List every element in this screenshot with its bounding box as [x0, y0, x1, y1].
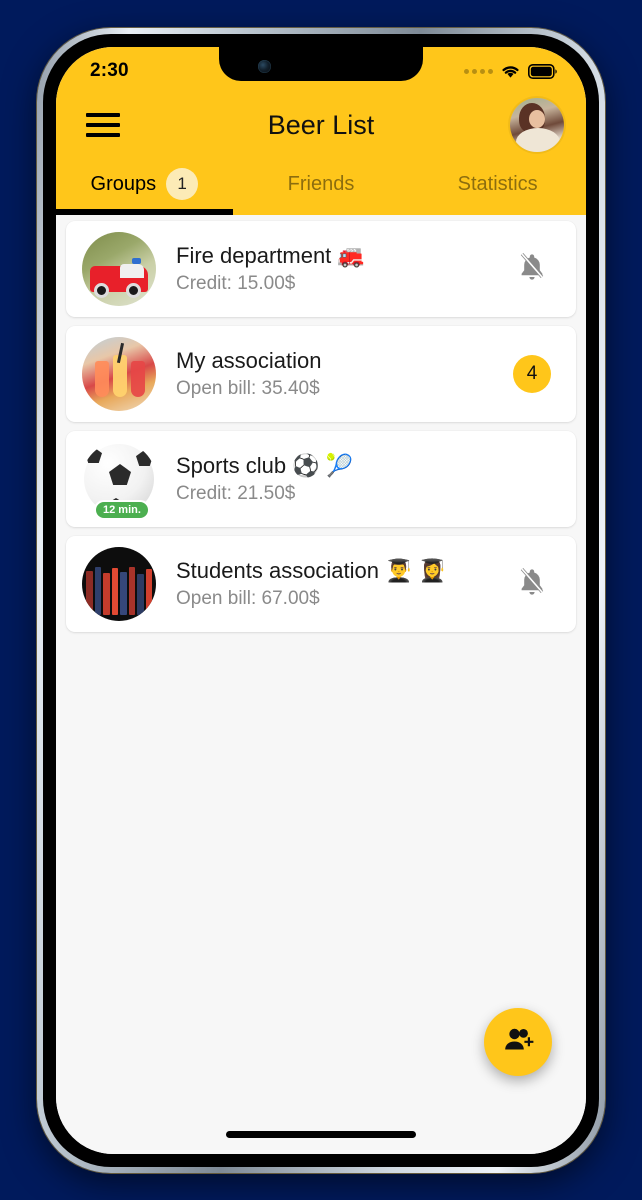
- fire-truck-avatar: [82, 232, 156, 306]
- group-subtitle: Open bill: 35.40$: [176, 377, 320, 399]
- group-text: Students association 👨‍🎓 👩‍🎓 Open bill: …: [176, 557, 510, 610]
- tab-friends[interactable]: Friends: [233, 159, 410, 215]
- status-bar-time: 2:30: [90, 60, 129, 81]
- group-title: Fire department 🚒: [176, 243, 365, 269]
- table-row[interactable]: 12 min. Sports club ⚽ 🎾 Credit: 21.50$: [66, 431, 576, 527]
- navigation-bar: Beer List: [56, 91, 586, 159]
- phone-screen: 2:30 Beer List Groups 1 Friends Statisti…: [56, 47, 586, 1154]
- active-tab-indicator: [56, 209, 233, 215]
- hamburger-menu-icon[interactable]: [82, 104, 124, 146]
- home-indicator: [226, 1131, 416, 1138]
- person-add-icon: [502, 1024, 534, 1061]
- group-text: Fire department 🚒 Credit: 15.00$: [176, 242, 510, 295]
- battery-full-icon: [528, 63, 558, 79]
- group-avatar-wrap: [82, 232, 156, 306]
- last-activity-badge: 12 min.: [96, 502, 148, 518]
- tab-friends-label: Friends: [287, 172, 355, 195]
- tab-statistics-label: Statistics: [457, 172, 538, 195]
- group-avatar-wrap: 12 min.: [82, 442, 156, 518]
- group-subtitle: Credit: 21.50$: [176, 482, 296, 504]
- status-bar: 2:30: [56, 47, 586, 91]
- status-bar-indicators: [464, 63, 558, 79]
- group-avatar-wrap: [82, 337, 156, 411]
- phone-device-frame: 2:30 Beer List Groups 1 Friends Statisti…: [37, 28, 605, 1173]
- bell-muted-icon[interactable]: [517, 251, 547, 288]
- group-text: My association Open bill: 35.40$: [176, 347, 510, 400]
- unread-count-badge: 4: [513, 355, 551, 393]
- user-avatar-icon[interactable]: [510, 98, 564, 152]
- group-subtitle: Credit: 15.00$: [176, 272, 296, 294]
- drinks-cheers-avatar: [82, 337, 156, 411]
- bell-muted-icon[interactable]: [517, 566, 547, 603]
- tab-groups-label: Groups: [90, 172, 157, 195]
- tab-groups-badge: 1: [166, 168, 199, 200]
- table-row[interactable]: Students association 👨‍🎓 👩‍🎓 Open bill: …: [66, 536, 576, 632]
- table-row[interactable]: My association Open bill: 35.40$ 4: [66, 326, 576, 422]
- wifi-icon: [500, 63, 521, 79]
- row-trailing: 4: [510, 355, 554, 393]
- group-avatar-wrap: [82, 547, 156, 621]
- row-trailing: [510, 251, 554, 288]
- tab-bar: Groups 1 Friends Statistics: [56, 159, 586, 215]
- add-group-button[interactable]: [484, 1008, 552, 1076]
- group-title: Students association 👨‍🎓 👩‍🎓: [176, 558, 447, 584]
- tab-groups[interactable]: Groups 1: [56, 159, 233, 215]
- app-header: 2:30 Beer List Groups 1 Friends Statisti…: [56, 47, 586, 215]
- books-avatar: [82, 547, 156, 621]
- signal-dots-icon: [464, 68, 493, 74]
- phone-bezel: 2:30 Beer List Groups 1 Friends Statisti…: [43, 34, 599, 1167]
- table-row[interactable]: Fire department 🚒 Credit: 15.00$: [66, 221, 576, 317]
- group-title: Sports club ⚽ 🎾: [176, 453, 354, 479]
- page-title: Beer List: [267, 109, 375, 140]
- group-title: My association: [176, 348, 322, 374]
- tab-statistics[interactable]: Statistics: [409, 159, 586, 215]
- row-trailing: [510, 566, 554, 603]
- group-text: Sports club ⚽ 🎾 Credit: 21.50$: [176, 452, 510, 505]
- group-subtitle: Open bill: 67.00$: [176, 587, 320, 609]
